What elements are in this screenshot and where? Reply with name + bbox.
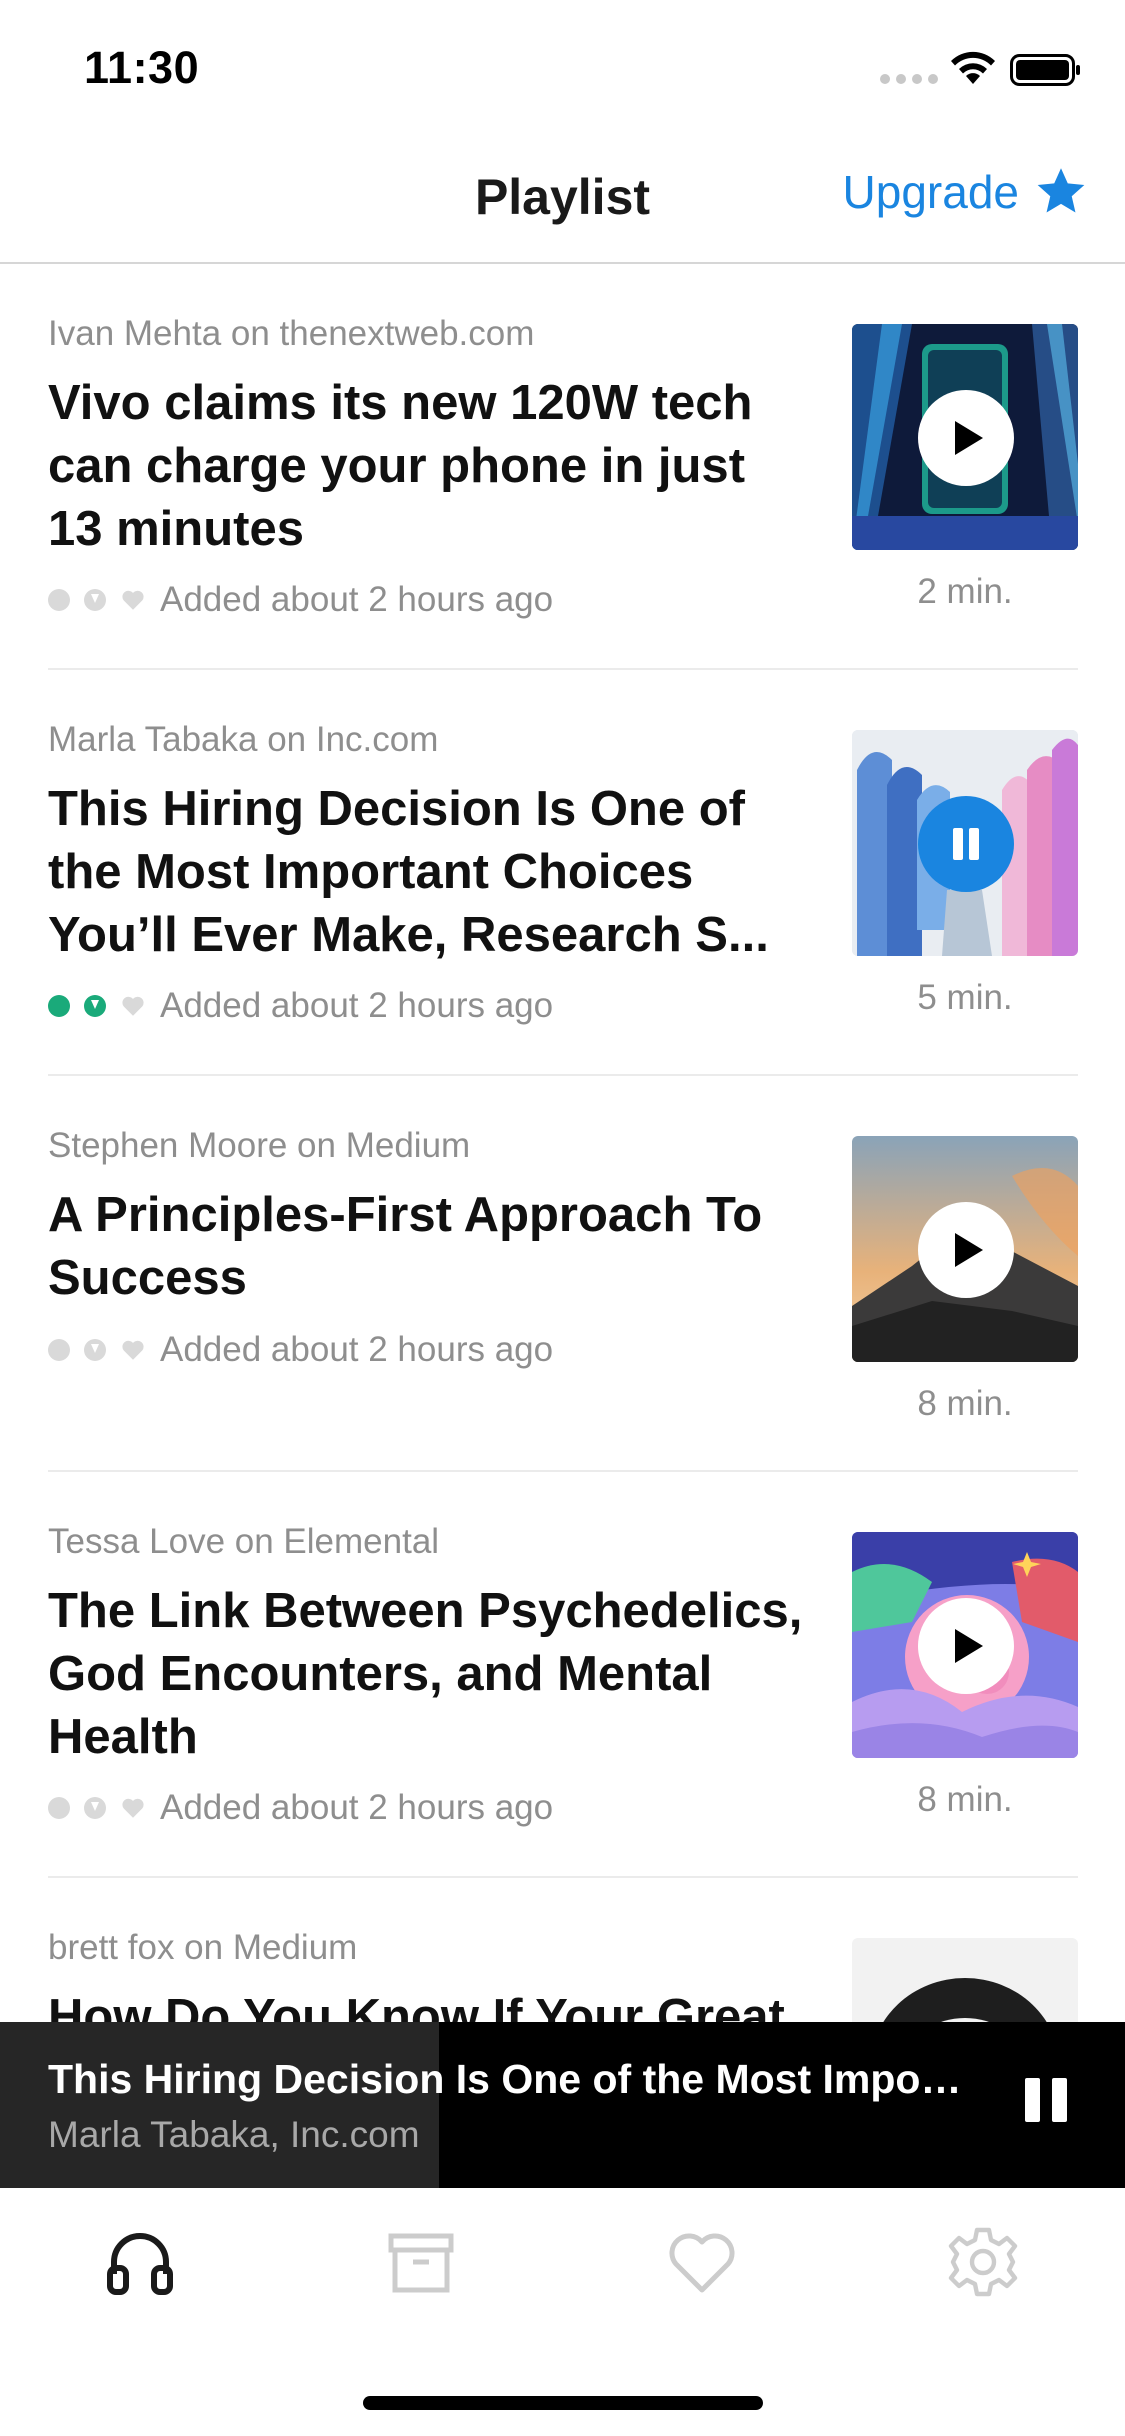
gear-icon — [948, 2227, 1018, 2297]
status-time: 11:30 — [84, 42, 200, 93]
cellular-signal-icon — [880, 74, 938, 84]
article-thumbnail — [852, 1938, 1078, 2022]
star-icon — [1037, 168, 1085, 213]
status-dot-icon — [48, 1797, 70, 1819]
status-dot-icon — [48, 995, 70, 1017]
article-duration: 8 min. — [917, 1780, 1013, 1819]
article-title: A Principles-First Approach To Success — [48, 1188, 763, 1305]
added-time: Added about 2 hours ago — [160, 986, 554, 1025]
status-bar: 11:30 — [0, 0, 1125, 140]
article-meta: Added about 2 hours ago — [48, 1788, 553, 1828]
play-icon — [955, 1629, 983, 1663]
article-duration: 8 min. — [917, 1384, 1013, 1423]
article-source: Tessa Love on Elemental — [48, 1522, 440, 1561]
play-button[interactable] — [918, 1598, 1014, 1694]
article-source: brett fox on Medium — [48, 1928, 358, 1967]
status-dot-icon — [48, 1339, 70, 1361]
download-icon — [84, 1797, 106, 1819]
status-dot-icon — [48, 589, 70, 611]
heart-icon — [122, 590, 144, 610]
heart-icon — [122, 1798, 144, 1818]
now-playing-title: This Hiring Decision Is One of the Most … — [48, 2056, 968, 2102]
archive-icon — [388, 2233, 454, 2293]
now-playing-bar[interactable]: This Hiring Decision Is One of the Most … — [0, 2022, 1125, 2188]
article-source: Stephen Moore on Medium — [48, 1126, 471, 1165]
article-meta: Added about 2 hours ago — [48, 1330, 553, 1370]
article-title: The Link Between Psychedelics, God Encou… — [48, 1584, 803, 1764]
play-icon — [955, 421, 983, 455]
tab-favorites[interactable] — [662, 2222, 742, 2302]
list-item[interactable]: Stephen Moore on Medium A Principles-Fir… — [48, 1076, 1078, 1472]
article-source: Ivan Mehta on thenextweb.com — [48, 314, 535, 353]
headphones-icon — [107, 2233, 173, 2295]
upgrade-button[interactable]: Upgrade — [843, 164, 1089, 220]
home-indicator — [363, 2396, 763, 2410]
article-meta: Added about 2 hours ago — [48, 986, 553, 1026]
added-time: Added about 2 hours ago — [160, 1788, 554, 1827]
battery-icon — [1010, 54, 1080, 86]
download-icon — [84, 589, 106, 611]
download-icon — [84, 995, 106, 1017]
article-title: How Do You Know If Your Great — [48, 1990, 785, 2022]
added-time: Added about 2 hours ago — [160, 1330, 554, 1369]
tab-settings[interactable] — [943, 2222, 1023, 2302]
list-item[interactable]: Ivan Mehta on thenextweb.com Vivo claims… — [48, 264, 1078, 670]
heart-icon — [122, 1340, 144, 1360]
speaker-image — [852, 1938, 1078, 2022]
upgrade-label: Upgrade — [842, 166, 1019, 218]
list-item[interactable]: Marla Tabaka on Inc.com This Hiring Deci… — [48, 670, 1078, 1076]
list-item[interactable]: brett fox on Medium How Do You Know If Y… — [48, 1878, 1078, 2022]
article-thumbnail — [852, 730, 1078, 956]
article-title: Vivo claims its new 120W tech can charge… — [48, 376, 753, 556]
list-item[interactable]: Tessa Love on Elemental The Link Between… — [48, 1472, 1078, 1878]
heart-icon — [669, 2233, 735, 2293]
nav-header: Playlist Upgrade — [0, 140, 1125, 264]
wifi-icon — [951, 51, 995, 84]
article-meta: Added about 2 hours ago — [48, 580, 553, 620]
article-thumbnail — [852, 1532, 1078, 1758]
article-duration: 2 min. — [917, 572, 1013, 611]
added-time: Added about 2 hours ago — [160, 580, 554, 619]
now-playing-subtitle: Marla Tabaka, Inc.com — [48, 2114, 420, 2155]
heart-icon — [122, 996, 144, 1016]
article-thumbnail — [852, 1136, 1078, 1362]
article-title: This Hiring Decision Is One of the Most … — [48, 782, 769, 962]
article-source: Marla Tabaka on Inc.com — [48, 720, 439, 759]
tab-archive[interactable] — [381, 2222, 461, 2302]
playback-progress — [0, 2022, 439, 2188]
pause-button[interactable] — [918, 796, 1014, 892]
article-thumbnail — [852, 324, 1078, 550]
article-duration: 5 min. — [917, 978, 1013, 1017]
play-button[interactable] — [918, 1202, 1014, 1298]
play-button[interactable] — [918, 390, 1014, 486]
mini-pause-button[interactable] — [1025, 2078, 1069, 2122]
play-icon — [955, 1233, 983, 1267]
download-icon — [84, 1339, 106, 1361]
tab-playlist[interactable] — [100, 2222, 180, 2302]
